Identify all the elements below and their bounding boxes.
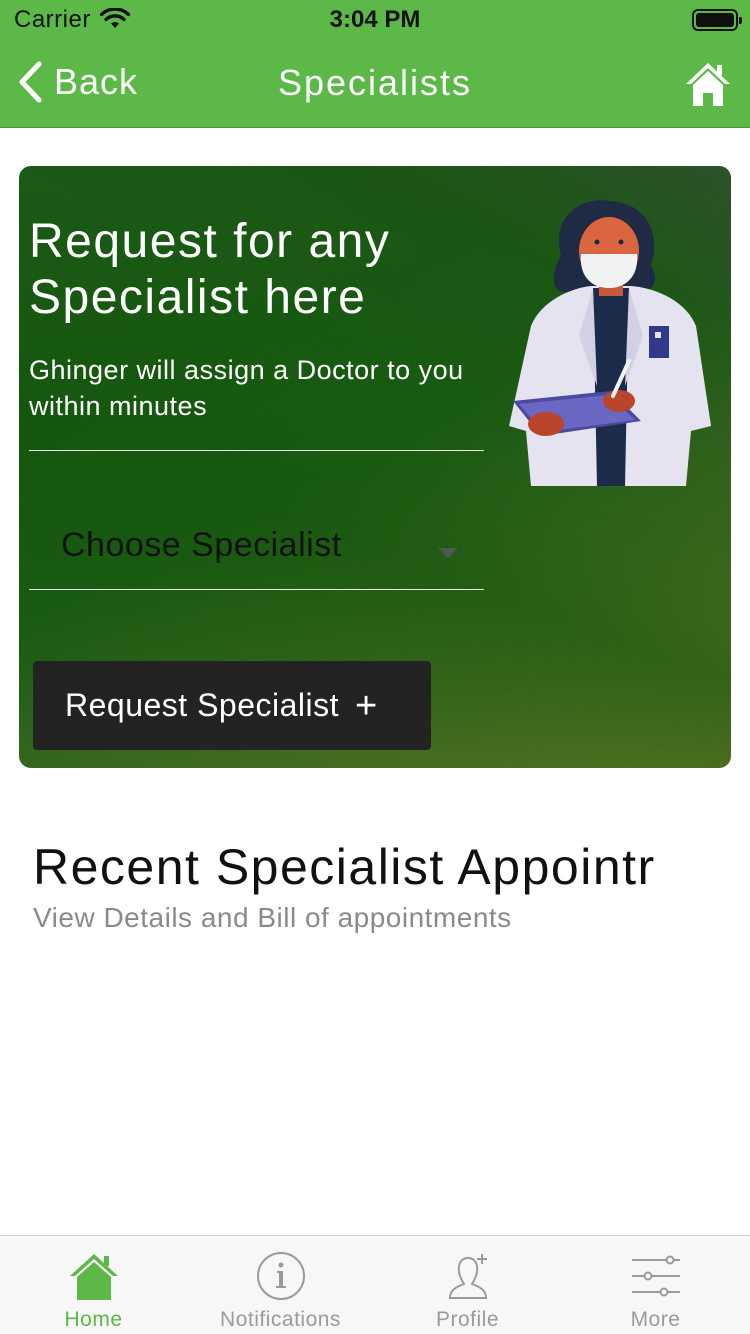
doctor-illustration xyxy=(509,200,711,486)
info-icon xyxy=(256,1252,305,1300)
profile-add-icon xyxy=(448,1254,487,1299)
clock: 3:04 PM xyxy=(329,6,421,33)
tab-bar: Home Notifications Profile More xyxy=(0,1235,750,1334)
specialist-select-value: Choose Specialist xyxy=(61,526,342,564)
plus-icon: + xyxy=(355,684,378,727)
dropdown-caret-icon xyxy=(438,548,458,558)
sliders-icon xyxy=(631,1255,680,1297)
recent-appointments-subtitle: View Details and Bill of appointments xyxy=(33,902,512,933)
top-bar: Carrier 3:04 PM Back Specialists xyxy=(0,0,750,128)
hero-title: Request for any Specialist here xyxy=(29,215,391,324)
recent-appointments-title: Recent Specialist Appointr xyxy=(33,839,656,895)
tab-profile[interactable]: Profile xyxy=(374,1236,561,1334)
tab-label: Home xyxy=(64,1308,123,1331)
request-specialist-button[interactable]: Request Specialist + xyxy=(33,661,431,750)
status-bar: Carrier 3:04 PM xyxy=(0,0,750,40)
tab-notifications[interactable]: Notifications xyxy=(187,1236,374,1334)
tab-label: More xyxy=(630,1308,681,1331)
request-specialist-card: Request for any Specialist here Ghinger … xyxy=(19,166,731,768)
tab-more[interactable]: More xyxy=(562,1236,749,1334)
home-icon xyxy=(69,1254,118,1300)
home-icon[interactable] xyxy=(684,60,732,108)
request-specialist-label: Request Specialist xyxy=(65,687,340,723)
page-title: Specialists xyxy=(277,62,473,103)
battery-icon xyxy=(692,9,742,31)
tab-label: Profile xyxy=(435,1308,500,1331)
specialist-select[interactable]: Choose Specialist xyxy=(29,512,484,590)
tab-home[interactable]: Home xyxy=(0,1236,187,1334)
hero-subtitle: Ghinger will assign a Doctor to you with… xyxy=(29,355,464,421)
tab-label: Notifications xyxy=(220,1308,341,1331)
divider xyxy=(29,450,484,451)
